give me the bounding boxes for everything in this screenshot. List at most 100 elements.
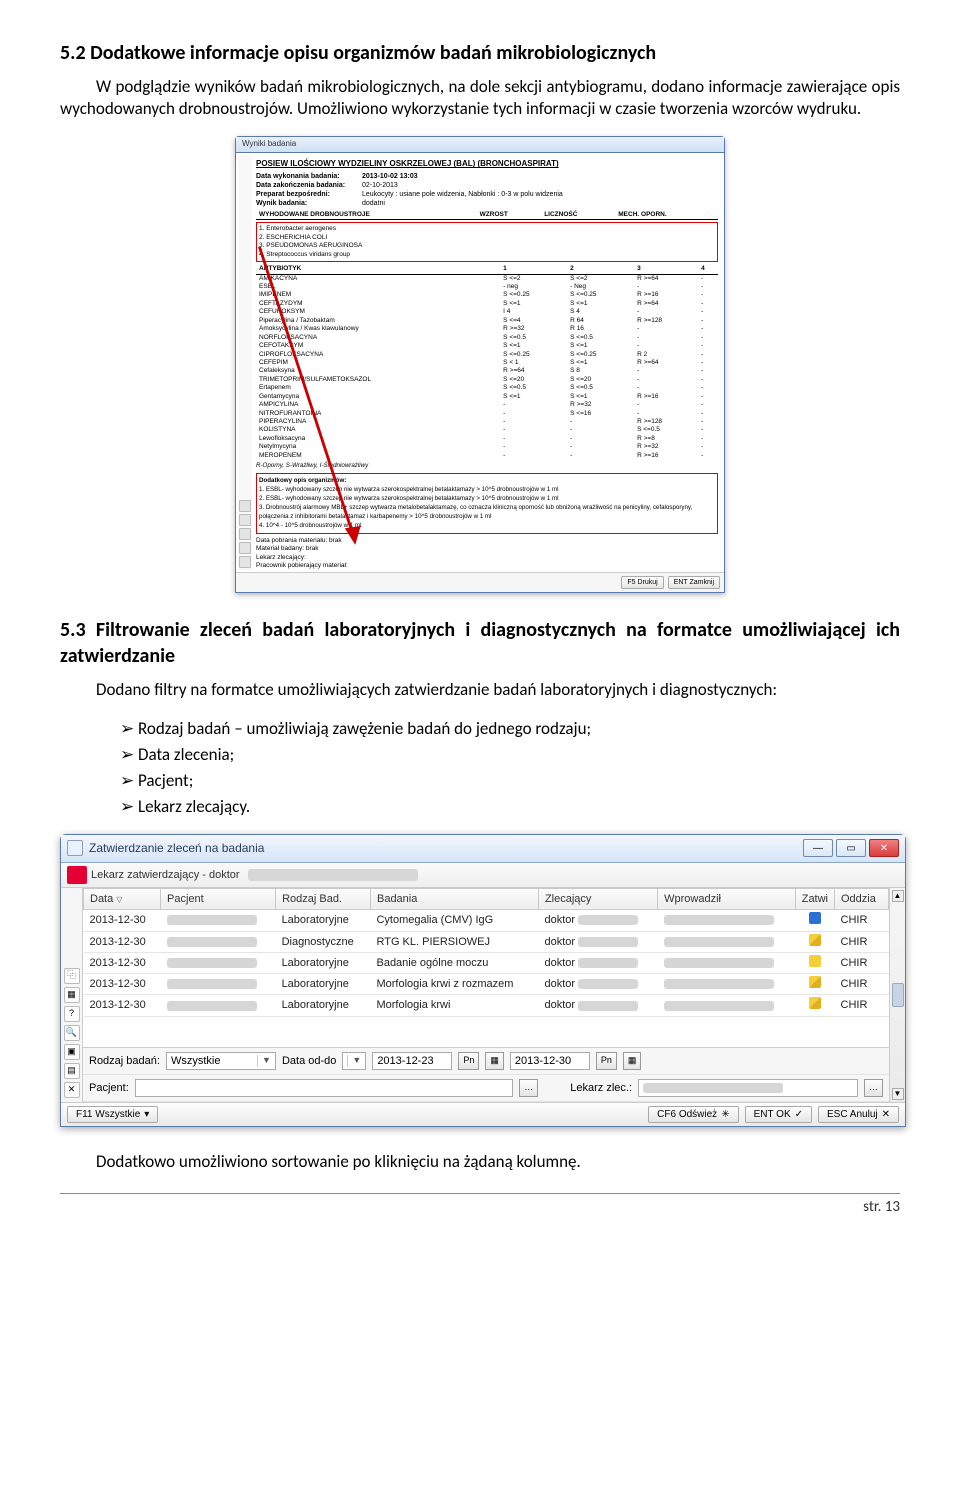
tail-line: Pracownik pobierający materiał: <box>256 562 718 570</box>
filter-label: Rodzaj badań: <box>89 1054 160 1068</box>
extra-line: 3. Drobnoustrój alarmowy MBL+ szczep wyt… <box>259 504 715 520</box>
chevron-down-icon: ▼ <box>347 1055 361 1067</box>
scroll-thumb[interactable] <box>892 983 904 1007</box>
rodzaj-badan-combo[interactable]: Wszystkie ▼ <box>166 1052 276 1070</box>
cell: - <box>698 443 718 451</box>
doctor-filter-input[interactable] <box>638 1079 858 1097</box>
cell: S <=1 <box>500 393 567 401</box>
date-mode-combo[interactable]: ▼ <box>342 1052 366 1070</box>
cell: - <box>634 308 698 316</box>
patient-filter-input[interactable] <box>135 1079 514 1097</box>
calendar-button[interactable]: ▦ <box>485 1052 504 1070</box>
cell: - <box>698 418 718 426</box>
antibiotic-row: CEFTAZYDYMS <=1S <=1R >=64- <box>256 300 718 308</box>
cell: - <box>698 401 718 409</box>
cell <box>658 910 796 931</box>
vertical-scrollbar[interactable]: ▲ ▼ <box>889 888 905 1102</box>
weekday-button[interactable]: Pn <box>458 1052 479 1070</box>
cell: R >=32 <box>500 325 567 333</box>
calendar-button[interactable]: ▦ <box>623 1052 642 1070</box>
cell: S <=1 <box>500 300 567 308</box>
grid-col-header[interactable]: Zatwi <box>795 888 834 909</box>
cell: S <=20 <box>500 376 567 384</box>
sidebar-icon[interactable] <box>239 556 251 568</box>
cell: - <box>698 300 718 308</box>
organism-row: 3. PSEUDOMONAS AERUGINOSA <box>259 242 715 250</box>
label: Data wykonania badania: <box>256 172 356 181</box>
close-button[interactable]: ENT Zamknij <box>668 576 720 589</box>
app-icon <box>67 840 83 856</box>
toolbar-icon[interactable]: ▦ <box>64 987 80 1003</box>
antibiotic-row: Piperacylina / TazobaktamS <=4R 64R >=12… <box>256 317 718 325</box>
cell: - <box>698 325 718 333</box>
cell: - <box>698 351 718 359</box>
antibiogram-table: ANTYBIOTYK 1 2 3 4 AMIKACYNAS <=2S <=2R … <box>256 265 718 460</box>
toolbar-icon[interactable]: 🔍 <box>64 1025 80 1041</box>
section-number: 5.3 <box>60 618 86 642</box>
table-row[interactable]: 2013-12-30DiagnostyczneRTG KL. PIERSIOWE… <box>84 931 889 952</box>
scroll-up-icon[interactable]: ▲ <box>892 890 904 902</box>
toolbar-icon[interactable]: ▤ <box>64 1063 80 1079</box>
grid-col-header[interactable]: Rodzaj Bad. <box>276 888 371 909</box>
sidebar-icon[interactable] <box>239 514 251 526</box>
grid-col-header[interactable]: Zlecający <box>538 888 657 909</box>
results-window-title-text: Wyniki badania <box>242 139 296 148</box>
organism-row: 4. Streptococcus viridans group <box>259 251 715 259</box>
cell: S 4 <box>567 308 634 316</box>
sidebar-icon[interactable] <box>239 542 251 554</box>
print-button[interactable]: F5 Drukuj <box>621 576 663 589</box>
cell: ESBL <box>256 283 500 291</box>
cell: Cefaleksyna <box>256 367 500 375</box>
toolbar-icon[interactable]: ⿻ <box>64 968 80 984</box>
table-row[interactable]: 2013-12-30LaboratoryjneCytomegalia (CMV)… <box>84 910 889 931</box>
cell: - <box>698 283 718 291</box>
cell: S <=0.25 <box>567 351 634 359</box>
antibiotic-row: AMPICYLINA-R >=32-- <box>256 401 718 409</box>
toolbar-icon[interactable]: ✕ <box>64 1082 80 1098</box>
tail-line: Lekarz zlecający: <box>256 554 718 562</box>
filter-label: Data od-do <box>282 1054 336 1068</box>
sidebar-icon[interactable] <box>239 500 251 512</box>
app-logo-icon <box>67 866 87 884</box>
cell: S 8 <box>567 367 634 375</box>
ok-button[interactable]: ENT OK ✓ <box>745 1106 812 1123</box>
approve-orders-window: Zatwierdzanie zleceń na badania — ▭ ✕ Le… <box>60 834 906 1127</box>
cell: Netylmycyna <box>256 443 500 451</box>
sidebar-icon[interactable] <box>239 528 251 540</box>
cell: CHIR <box>835 974 889 995</box>
f11-all-button[interactable]: F11 Wszystkie ▾ <box>67 1106 158 1123</box>
table-row[interactable]: 2013-12-30LaboratoryjneBadanie ogólne mo… <box>84 952 889 973</box>
minimize-button[interactable]: — <box>803 839 833 857</box>
window-close-button[interactable]: ✕ <box>869 839 899 857</box>
lookup-button[interactable]: … <box>864 1079 883 1097</box>
grid-col-header[interactable]: Oddzia <box>835 888 889 909</box>
status-cell <box>795 910 834 931</box>
maximize-button[interactable]: ▭ <box>836 839 866 857</box>
grid-col-header[interactable]: Wprowadził <box>658 888 796 909</box>
table-row[interactable]: 2013-12-30LaboratoryjneMorfologia krwido… <box>84 995 889 1016</box>
date-to-input[interactable]: 2013-12-30 <box>510 1052 590 1070</box>
grid-col-header[interactable]: Badania <box>370 888 538 909</box>
weekday-button[interactable]: Pn <box>596 1052 617 1070</box>
date-from-input[interactable]: 2013-12-23 <box>372 1052 452 1070</box>
cell: - <box>698 317 718 325</box>
lookup-button[interactable]: … <box>519 1079 538 1097</box>
grid-col-header[interactable]: Data▽ <box>84 888 161 909</box>
cell: R >=8 <box>634 435 698 443</box>
results-button-bar: F5 Drukuj ENT Zamknij <box>236 572 724 592</box>
refresh-button[interactable]: CF6 Odśwież ✳ <box>648 1106 738 1123</box>
cell: MEROPENEM <box>256 452 500 460</box>
filter-label: Pacjent: <box>89 1081 129 1095</box>
cancel-button[interactable]: ESC Anuluj ✕ <box>818 1106 899 1123</box>
cell: R >=64 <box>634 274 698 283</box>
toolbar-icon[interactable]: ? <box>64 1006 80 1022</box>
filters-panel: Rodzaj badań: Wszystkie ▼ Data od-do ▼ 2… <box>83 1047 889 1102</box>
cell <box>658 995 796 1016</box>
grid-col-header[interactable]: Pacjent <box>161 888 276 909</box>
scroll-down-icon[interactable]: ▼ <box>892 1088 904 1100</box>
cell: S <=0.5 <box>634 426 698 434</box>
section-5-3-heading: 5.3 Filtrowanie zleceń badań laboratoryj… <box>60 617 900 669</box>
toolbar-icon[interactable]: ▣ <box>64 1044 80 1060</box>
table-row[interactable]: 2013-12-30LaboratoryjneMorfologia krwi z… <box>84 974 889 995</box>
cell: S <=0.5 <box>500 334 567 342</box>
